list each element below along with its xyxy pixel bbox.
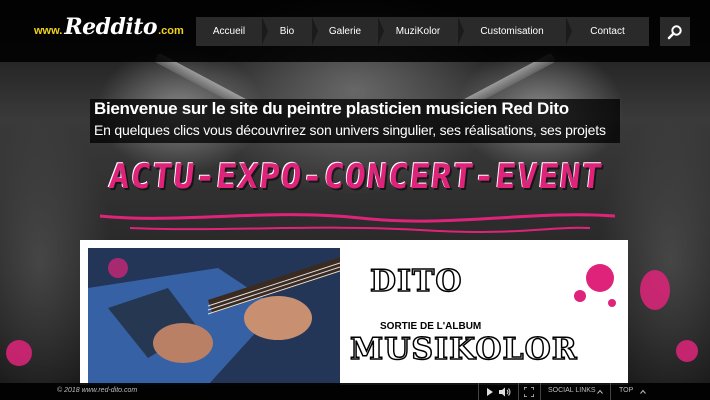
footer-bar: © 2018 www.red-dito.com SOCIAL LINKS TOP xyxy=(0,383,710,400)
search-button[interactable] xyxy=(660,17,690,46)
album-title: MUSIKOLOR xyxy=(349,331,578,368)
paint-splash-decoration xyxy=(574,264,616,307)
guitar-illustration xyxy=(88,248,340,385)
chevron-up-icon xyxy=(597,389,603,394)
logo-prefix: www. xyxy=(34,25,63,37)
play-icon xyxy=(487,387,493,396)
footer-divider xyxy=(540,383,541,400)
main-navigation: Accueil Bio Galerie MuziKolor Customisat… xyxy=(196,17,649,46)
logo-name: Reddito xyxy=(64,14,158,40)
nav-item-muzikolor[interactable]: MuziKolor xyxy=(378,17,464,46)
volume-button[interactable] xyxy=(498,385,512,398)
welcome-subtitle: En quelques clics vous découvrirez son u… xyxy=(94,122,606,138)
paint-splash xyxy=(640,270,670,310)
paint-splash xyxy=(6,340,32,366)
nav-item-bio[interactable]: Bio xyxy=(262,17,318,46)
album-artwork: DITO SORTIE DE L'ALBUM MUSIKOLOR xyxy=(340,248,620,385)
search-icon xyxy=(667,24,682,39)
welcome-box: Bienvenue sur le site du peintre plastic… xyxy=(90,99,620,143)
news-banner[interactable]: ACTU-EXPO-CONCERT-EVENT xyxy=(87,152,624,202)
nav-item-customisation[interactable]: Customisation xyxy=(458,17,572,46)
welcome-title: Bienvenue sur le site du peintre plastic… xyxy=(94,99,569,118)
fullscreen-button[interactable] xyxy=(524,385,534,398)
social-links-toggle[interactable] xyxy=(597,385,603,398)
paint-splash xyxy=(676,340,698,362)
nav-item-contact[interactable]: Contact xyxy=(566,17,649,46)
guitar-photo xyxy=(88,248,340,385)
play-button[interactable] xyxy=(486,385,494,398)
nav-item-galerie[interactable]: Galerie xyxy=(312,17,384,46)
header: www. Reddito .com Accueil Bio Galerie Mu… xyxy=(0,0,710,62)
social-links-button[interactable]: SOCIAL LINKS xyxy=(548,387,596,394)
back-to-top-button[interactable]: TOP xyxy=(619,387,633,394)
footer-divider xyxy=(518,383,519,400)
back-to-top-arrow[interactable] xyxy=(640,385,646,398)
nav-item-accueil[interactable]: Accueil xyxy=(196,17,268,46)
site-logo[interactable]: www. Reddito .com xyxy=(34,14,184,44)
featured-album-slide[interactable]: DITO SORTIE DE L'ALBUM MUSIKOLOR xyxy=(80,240,628,385)
chevron-up-icon xyxy=(640,389,646,394)
artist-name: DITO xyxy=(369,263,463,300)
footer-divider xyxy=(478,383,479,400)
banner-underline xyxy=(99,213,616,233)
fullscreen-icon xyxy=(524,386,534,397)
copyright-text: © 2018 www.red-dito.com xyxy=(57,387,138,394)
speaker-icon xyxy=(499,387,511,396)
logo-suffix: .com xyxy=(158,25,184,37)
album-release-caption: SORTIE DE L'ALBUM xyxy=(380,321,482,332)
footer-divider xyxy=(610,383,611,400)
